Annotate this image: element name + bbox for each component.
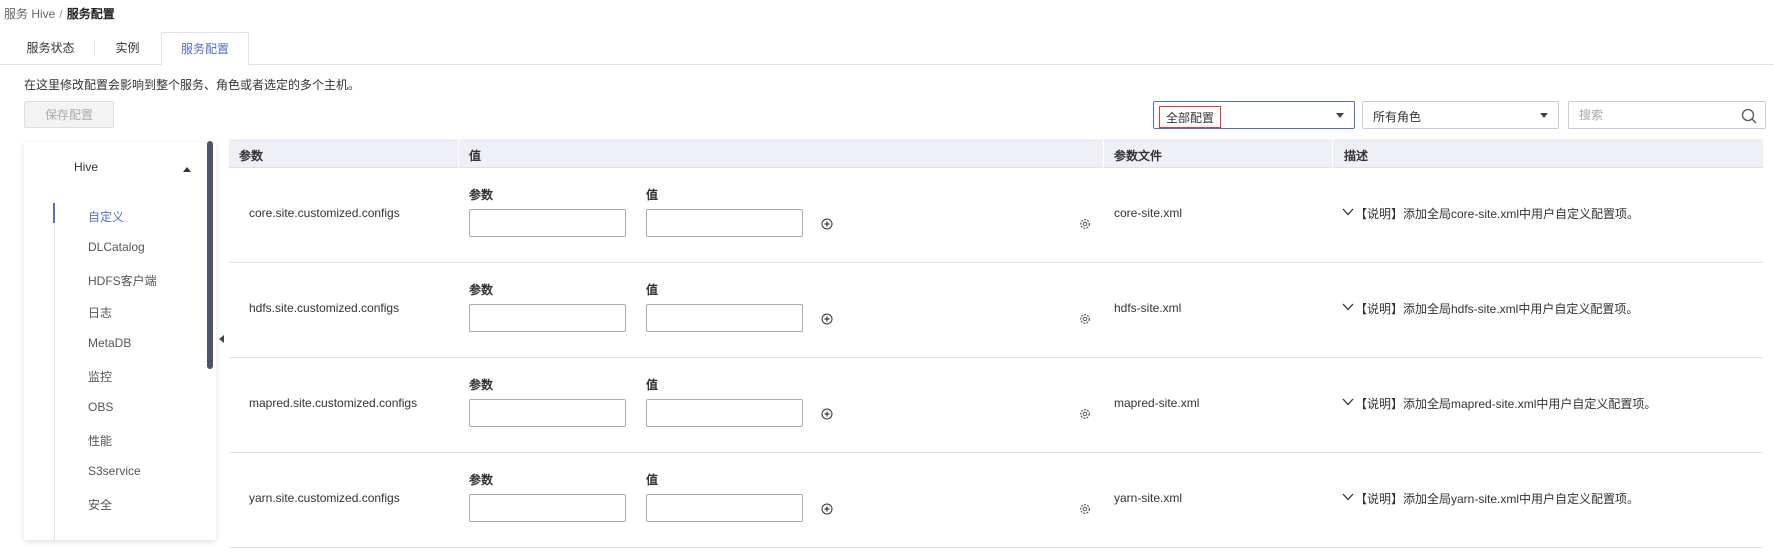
table-row: mapred.site.customized.configs 参数 值 mapr… bbox=[229, 358, 1763, 453]
table-header: 参数 值 参数文件 描述 bbox=[229, 139, 1763, 168]
param-value-label: 值 bbox=[646, 473, 659, 487]
tab-service-status[interactable]: 服务状态 bbox=[13, 32, 88, 65]
sidebar-item-dlcatalog[interactable]: DLCatalog bbox=[88, 240, 145, 254]
header-param: 参数 bbox=[239, 149, 264, 163]
search-box bbox=[1568, 101, 1766, 129]
header-value: 值 bbox=[469, 149, 482, 163]
param-description: 【说明】添加全局core-site.xml中用户自定义配置项。 bbox=[1355, 207, 1640, 221]
config-scope-value: 全部配置 bbox=[1159, 106, 1222, 128]
tab-service-config[interactable]: 服务配置 bbox=[161, 32, 249, 66]
sidebar-item-security[interactable]: 安全 bbox=[88, 496, 112, 513]
param-description: 【说明】添加全局hdfs-site.xml中用户自定义配置项。 bbox=[1355, 302, 1639, 316]
header-divider bbox=[458, 139, 459, 168]
table-row: core.site.customized.configs 参数 值 core-s… bbox=[229, 168, 1763, 263]
param-value-input[interactable] bbox=[646, 209, 803, 237]
param-key-input[interactable] bbox=[469, 209, 626, 237]
add-circle-icon[interactable] bbox=[821, 218, 833, 230]
param-name: yarn.site.customized.configs bbox=[249, 491, 400, 505]
gear-icon[interactable] bbox=[1079, 408, 1091, 420]
chevron-down-icon bbox=[1540, 113, 1548, 118]
sidebar-group-hive[interactable]: Hive bbox=[74, 160, 98, 174]
gear-icon[interactable] bbox=[1079, 313, 1091, 325]
search-icon[interactable] bbox=[1741, 108, 1757, 124]
param-file: mapred-site.xml bbox=[1114, 396, 1200, 410]
sidebar-scrollbar[interactable] bbox=[207, 141, 213, 369]
save-config-button[interactable]: 保存配置 bbox=[24, 101, 114, 128]
sidebar-item-log[interactable]: 日志 bbox=[88, 304, 112, 321]
chevron-down-icon[interactable] bbox=[1342, 302, 1354, 312]
add-circle-icon[interactable] bbox=[821, 313, 833, 325]
param-key-label: 参数 bbox=[469, 283, 494, 297]
config-scope-select[interactable]: 全部配置 bbox=[1153, 101, 1355, 129]
param-value-input[interactable] bbox=[646, 304, 803, 332]
param-key-input[interactable] bbox=[469, 304, 626, 332]
role-filter-value: 所有角色 bbox=[1373, 110, 1422, 124]
header-desc: 描述 bbox=[1344, 149, 1369, 163]
param-value-label: 值 bbox=[646, 283, 659, 297]
param-value-label: 值 bbox=[646, 378, 659, 392]
param-key-label: 参数 bbox=[469, 188, 494, 202]
breadcrumb-root[interactable]: 服务 Hive bbox=[4, 7, 55, 21]
param-value-label: 值 bbox=[646, 188, 659, 202]
param-name: mapred.site.customized.configs bbox=[249, 396, 418, 410]
param-name: hdfs.site.customized.configs bbox=[249, 301, 400, 315]
config-category-sidebar: Hive 自定义 DLCatalog HDFS客户端 日志 MetaDB 监控 … bbox=[24, 142, 216, 540]
param-value-input[interactable] bbox=[646, 494, 803, 522]
param-description: 【说明】添加全局yarn-site.xml中用户自定义配置项。 bbox=[1355, 492, 1640, 506]
param-key-input[interactable] bbox=[469, 399, 626, 427]
chevron-down-icon[interactable] bbox=[1342, 397, 1354, 407]
sidebar-item-metadb[interactable]: MetaDB bbox=[88, 336, 131, 350]
table-row: yarn.site.customized.configs 参数 值 yarn-s… bbox=[229, 453, 1763, 548]
sidebar-item-hdfs-client[interactable]: HDFS客户端 bbox=[88, 272, 157, 289]
header-file: 参数文件 bbox=[1114, 149, 1163, 163]
sidebar-item-performance[interactable]: 性能 bbox=[88, 432, 112, 449]
header-divider bbox=[1103, 139, 1104, 168]
tab-bar: 服务状态 实例 服务配置 bbox=[0, 32, 1774, 66]
param-file: core-site.xml bbox=[1114, 206, 1183, 220]
sidebar-active-indicator bbox=[53, 203, 55, 223]
role-filter-select[interactable]: 所有角色 bbox=[1362, 101, 1559, 129]
param-name: core.site.customized.configs bbox=[249, 206, 400, 220]
param-key-label: 参数 bbox=[469, 473, 494, 487]
chevron-down-icon bbox=[1336, 113, 1344, 118]
param-key-input[interactable] bbox=[469, 494, 626, 522]
breadcrumb-current: 服务配置 bbox=[66, 7, 115, 21]
param-description: 【说明】添加全局mapred-site.xml中用户自定义配置项。 bbox=[1355, 397, 1657, 411]
search-input[interactable] bbox=[1570, 103, 1730, 127]
sidebar-item-custom[interactable]: 自定义 bbox=[88, 208, 124, 225]
breadcrumb: 服务 Hive / 服务配置 bbox=[4, 5, 115, 22]
param-value-input[interactable] bbox=[646, 399, 803, 427]
add-circle-icon[interactable] bbox=[821, 503, 833, 515]
breadcrumb-separator: / bbox=[59, 7, 63, 21]
collapse-sidebar-icon[interactable] bbox=[219, 335, 224, 343]
sidebar-item-monitor[interactable]: 监控 bbox=[88, 368, 112, 385]
sidebar-tree-line bbox=[54, 202, 55, 540]
chevron-up-icon[interactable] bbox=[183, 167, 191, 172]
param-file: yarn-site.xml bbox=[1114, 491, 1183, 505]
gear-icon[interactable] bbox=[1079, 503, 1091, 515]
header-divider bbox=[1332, 139, 1333, 168]
tab-instances[interactable]: 实例 bbox=[94, 40, 160, 56]
table-row: hdfs.site.customized.configs 参数 值 hdfs-s… bbox=[229, 263, 1763, 358]
sidebar-item-s3service[interactable]: S3service bbox=[88, 464, 141, 478]
param-file: hdfs-site.xml bbox=[1114, 301, 1182, 315]
chevron-down-icon[interactable] bbox=[1342, 207, 1354, 217]
chevron-down-icon[interactable] bbox=[1342, 492, 1354, 502]
param-key-label: 参数 bbox=[469, 378, 494, 392]
add-circle-icon[interactable] bbox=[821, 408, 833, 420]
gear-icon[interactable] bbox=[1079, 218, 1091, 230]
config-hint: 在这里修改配置会影响到整个服务、角色或者选定的多个主机。 bbox=[24, 78, 361, 92]
sidebar-item-obs[interactable]: OBS bbox=[88, 400, 113, 414]
